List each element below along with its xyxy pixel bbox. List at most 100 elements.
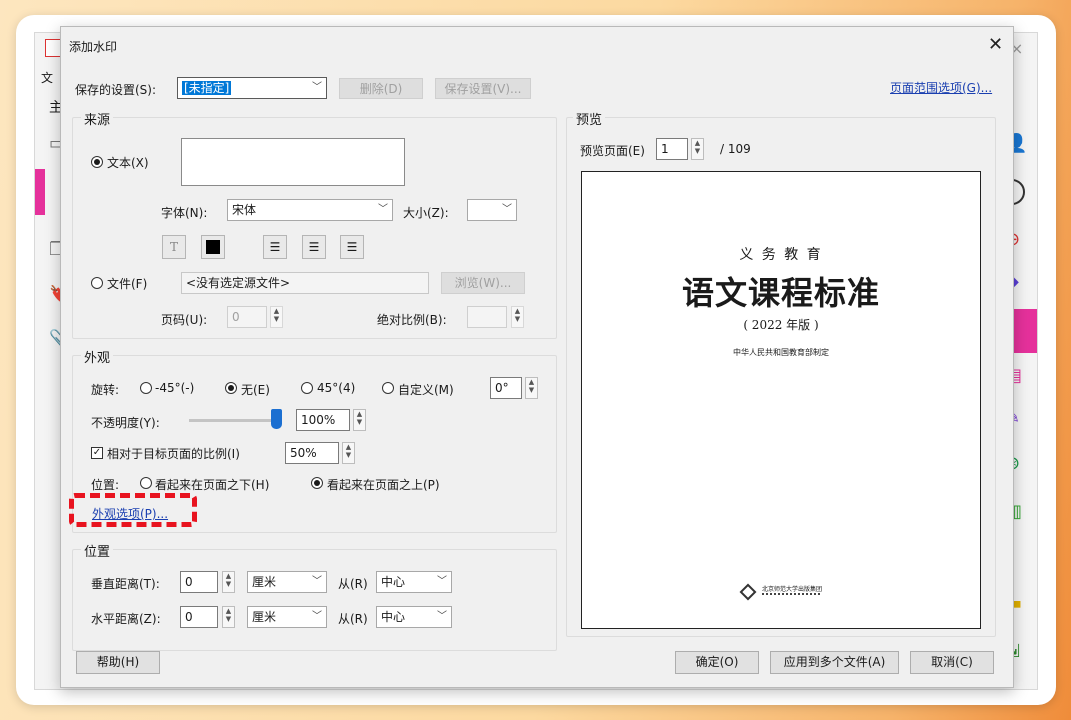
horizontal-distance-input[interactable]: 0: [180, 606, 218, 628]
horizontal-from-select[interactable]: 中心 ﹀: [376, 606, 452, 628]
spin-up-icon: ▲: [514, 307, 521, 315]
text-source-label[interactable]: 文本(X): [107, 154, 149, 171]
align-right-button[interactable]: ☰: [340, 235, 364, 259]
opacity-slider-track[interactable]: [189, 419, 277, 422]
watermark-text-input[interactable]: [181, 138, 405, 186]
vertical-distance-input[interactable]: 0: [180, 571, 218, 593]
ok-button[interactable]: 确定(O): [675, 651, 759, 674]
preview-page-input[interactable]: 1: [656, 138, 688, 160]
rotation-neg45-label[interactable]: -45°(-): [155, 381, 194, 395]
relative-scale-label[interactable]: 相对于目标页面的比例(I): [107, 445, 240, 462]
align-center-icon: ☰: [308, 240, 320, 254]
page-number-input[interactable]: 0: [227, 306, 267, 328]
rotation-neg45-radio[interactable]: [140, 382, 152, 394]
chevron-down-icon: ﹀: [378, 204, 388, 215]
chevron-down-icon: ﹀: [502, 204, 512, 215]
rotation-custom-label[interactable]: 自定义(M): [398, 381, 454, 398]
spin-down-icon: ▼: [694, 147, 701, 155]
vertical-distance-spinner[interactable]: ▲ ▼: [222, 571, 235, 593]
absolute-scale-input[interactable]: [467, 306, 507, 328]
custom-angle-spinner[interactable]: ▲ ▼: [525, 377, 538, 399]
highlight-annotation: [69, 493, 197, 527]
font-select[interactable]: 宋体 ﹀: [227, 199, 393, 221]
apply-to-multiple-files-button[interactable]: 应用到多个文件(A): [770, 651, 899, 674]
dialog-title: 添加水印: [69, 40, 118, 54]
page-number-spinner[interactable]: ▲ ▼: [270, 306, 283, 328]
spin-down-icon: ▼: [514, 315, 521, 323]
spin-up-icon: ▲: [528, 378, 535, 386]
spin-up-icon: ▲: [225, 607, 232, 615]
spin-down-icon: ▼: [225, 580, 232, 588]
spin-up-icon: ▲: [225, 572, 232, 580]
position-legend: 位置: [81, 541, 114, 560]
saved-settings-select[interactable]: [未指定] ﹀: [177, 77, 327, 99]
horizontal-from-label: 从(R): [338, 612, 368, 626]
saved-settings-value: [未指定]: [182, 81, 232, 95]
vertical-from-label: 从(R): [338, 577, 368, 591]
preview-page-spinner[interactable]: ▲ ▼: [691, 138, 704, 160]
size-label: 大小(Z):: [403, 206, 449, 220]
vertical-distance-label: 垂直距离(T):: [91, 577, 160, 591]
doc-publisher-text: 北京师范大学出版集团: [762, 586, 823, 593]
spin-up-icon: ▲: [345, 443, 352, 451]
rotation-custom-radio[interactable]: [382, 382, 394, 394]
color-button[interactable]: [201, 235, 225, 259]
horizontal-distance-label: 水平距离(Z):: [91, 612, 161, 626]
behind-page-radio[interactable]: [140, 477, 152, 489]
file-source-radio[interactable]: [91, 277, 103, 289]
text-format-button[interactable]: T: [162, 235, 186, 259]
rotation-label: 旋转:: [91, 383, 120, 397]
rotation-none-radio[interactable]: [225, 382, 237, 394]
rotation-45-label[interactable]: 45°(4): [317, 381, 355, 395]
custom-angle-input[interactable]: 0°: [490, 377, 522, 399]
absolute-scale-label: 绝对比例(B):: [377, 313, 447, 327]
file-source-label[interactable]: 文件(F): [107, 275, 147, 292]
horizontal-from-value: 中心: [381, 610, 406, 624]
relative-scale-checkbox[interactable]: ✓: [91, 447, 103, 459]
align-center-button[interactable]: ☰: [302, 235, 326, 259]
browse-button[interactable]: 浏览(W)...: [441, 272, 525, 294]
page-range-options-link[interactable]: 页面范围选项(G)...: [890, 79, 992, 96]
text-source-radio[interactable]: [91, 156, 103, 168]
font-label: 字体(N):: [161, 206, 208, 220]
opacity-slider-thumb[interactable]: [271, 409, 282, 429]
rotation-none-label[interactable]: 无(E): [241, 381, 270, 398]
above-page-label[interactable]: 看起来在页面之上(P): [327, 476, 440, 493]
pdf-app-icon: [45, 39, 61, 57]
spin-down-icon: ▼: [356, 418, 363, 426]
doc-title-text: 语文课程标准: [681, 274, 880, 312]
opacity-spinner[interactable]: ▲ ▼: [353, 409, 366, 431]
help-button[interactable]: 帮助(H): [76, 651, 160, 674]
vertical-unit-select[interactable]: 厘米 ﹀: [247, 571, 327, 593]
chevron-down-icon: ﹀: [437, 576, 447, 587]
delete-button[interactable]: 删除(D): [339, 78, 423, 99]
source-legend: 来源: [81, 109, 114, 128]
above-page-radio[interactable]: [311, 477, 323, 489]
cancel-button[interactable]: 取消(C): [910, 651, 994, 674]
publisher-subline: [762, 593, 820, 595]
relative-scale-spinner[interactable]: ▲ ▼: [342, 442, 355, 464]
text-format-icon: T: [169, 240, 178, 254]
spin-down-icon: ▼: [225, 615, 232, 623]
behind-page-label[interactable]: 看起来在页面之下(H): [155, 476, 269, 493]
vertical-unit-value: 厘米: [252, 575, 277, 589]
source-file-path: <没有选定源文件>: [181, 272, 429, 294]
opacity-input[interactable]: 100%: [296, 409, 350, 431]
align-left-button[interactable]: ☰: [263, 235, 287, 259]
doc-edition-text: ( 2022 年版 ): [743, 318, 819, 332]
preview-page-label: 预览页面(E): [580, 144, 645, 158]
font-value: 宋体: [232, 203, 257, 217]
absolute-scale-spinner[interactable]: ▲ ▼: [511, 306, 524, 328]
relative-scale-input[interactable]: 50%: [285, 442, 339, 464]
close-icon[interactable]: ✕: [988, 36, 1003, 54]
align-right-icon: ☰: [346, 240, 358, 254]
menu-file[interactable]: 文: [41, 69, 53, 86]
align-left-icon: ☰: [269, 240, 281, 254]
save-settings-button[interactable]: 保存设置(V)...: [435, 78, 531, 99]
rotation-45-radio[interactable]: [301, 382, 313, 394]
horizontal-unit-select[interactable]: 厘米 ﹀: [247, 606, 327, 628]
active-nav-marker: [35, 169, 45, 215]
vertical-from-select[interactable]: 中心 ﹀: [376, 571, 452, 593]
horizontal-distance-spinner[interactable]: ▲ ▼: [222, 606, 235, 628]
size-select[interactable]: ﹀: [467, 199, 517, 221]
